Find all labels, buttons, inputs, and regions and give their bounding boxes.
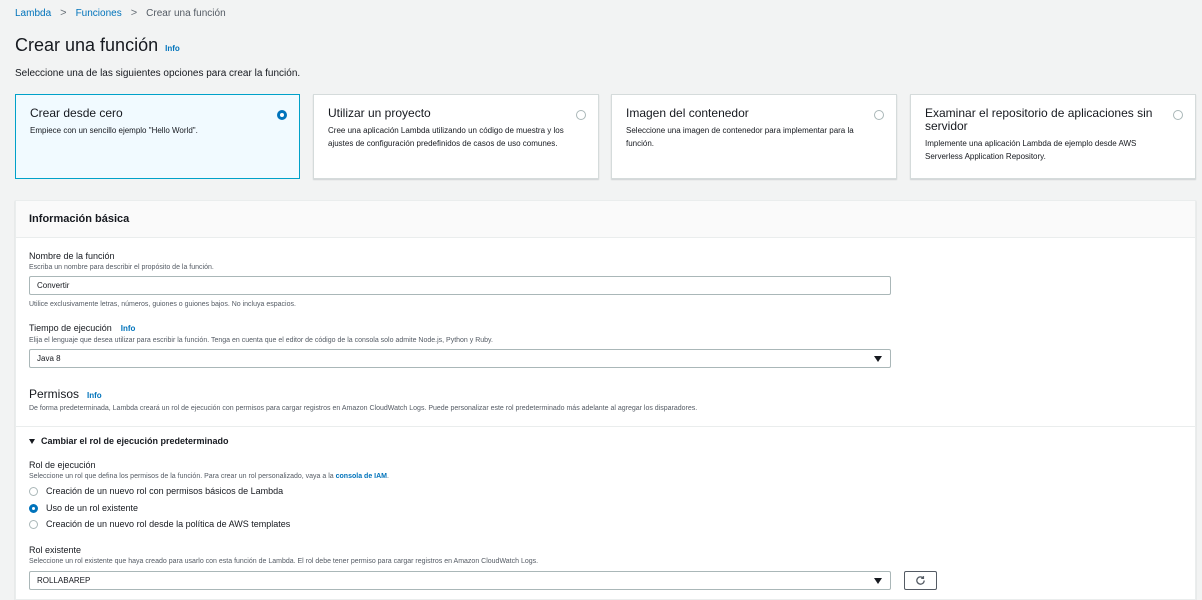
role-radio-template[interactable]: Creación de un nuevo rol desde la políti… bbox=[29, 519, 290, 529]
existing-role-select[interactable]: ROLLABAREP bbox=[29, 571, 891, 590]
period: . bbox=[386, 473, 389, 480]
option-description: Empiece con un sencillo ejemplo "Hello W… bbox=[30, 126, 198, 135]
radio-label: Uso de un rol existente bbox=[46, 503, 139, 513]
change-role-label: Cambiar el rol de ejecución predetermina… bbox=[41, 436, 229, 446]
runtime-select[interactable]: Java 8 bbox=[29, 349, 891, 368]
breadcrumb-funciones[interactable]: Funciones bbox=[76, 8, 122, 19]
option-radio[interactable] bbox=[874, 110, 884, 120]
page-subtitle: Seleccione una de las siguientes opcione… bbox=[15, 68, 301, 79]
caret-down-icon bbox=[29, 438, 35, 444]
function-name-input[interactable]: Convertir bbox=[29, 276, 891, 295]
breadcrumb-separator: > bbox=[60, 7, 67, 19]
chevron-down-icon bbox=[874, 356, 882, 362]
execution-role-label: Rol de ejecución bbox=[29, 460, 96, 470]
existing-role-label: Rol existente bbox=[29, 545, 82, 555]
option-card-blueprint[interactable]: Utilizar un proyecto Cree una aplicación… bbox=[313, 94, 599, 179]
radio-button[interactable] bbox=[29, 486, 38, 496]
option-card-container-image[interactable]: Imagen del contenedor Seleccione una ima… bbox=[611, 94, 897, 179]
radio-button[interactable] bbox=[29, 519, 38, 529]
basic-info-panel: Información básica Nombre de la función … bbox=[15, 200, 1196, 600]
breadcrumb-current: Crear una función bbox=[146, 7, 226, 19]
function-name-constraint: Utilice exclusivamente letras, números, … bbox=[29, 301, 296, 308]
option-card-from-scratch[interactable]: Crear desde cero Empiece con un sencillo… bbox=[15, 94, 300, 179]
option-radio[interactable] bbox=[277, 110, 287, 120]
function-name-description: Escriba un nombre para describir el prop… bbox=[29, 264, 214, 271]
breadcrumb-lambda[interactable]: Lambda bbox=[15, 8, 51, 19]
option-title: Utilizar un proyecto bbox=[328, 106, 431, 120]
chevron-down-icon bbox=[874, 578, 882, 584]
function-name-value: Convertir bbox=[37, 281, 70, 290]
existing-role-value: ROLLABAREP bbox=[37, 576, 91, 585]
runtime-label-row: Tiempo de ejecución Info bbox=[29, 323, 135, 333]
runtime-description: Elija el lenguaje que desea utilizar par… bbox=[29, 337, 493, 344]
radio-label: Creación de un nuevo rol con permisos bá… bbox=[46, 486, 284, 496]
runtime-label: Tiempo de ejecución bbox=[29, 323, 112, 333]
divider bbox=[16, 426, 1195, 427]
option-description: Implemente una aplicación Lambda de ejem… bbox=[925, 139, 1137, 161]
permissions-description: De forma predeterminada, Lambda creará u… bbox=[29, 405, 698, 412]
iam-console-link[interactable]: consola de IAM bbox=[336, 473, 387, 480]
refresh-roles-button[interactable] bbox=[904, 571, 937, 590]
breadcrumb: Lambda > Funciones > Crear una función bbox=[15, 7, 226, 19]
title-info-link[interactable]: Info bbox=[165, 44, 180, 53]
option-description: Seleccione una imagen de contenedor para… bbox=[626, 126, 854, 148]
option-title: Imagen del contenedor bbox=[626, 106, 749, 120]
option-radio[interactable] bbox=[576, 110, 586, 120]
change-role-expander[interactable]: Cambiar el rol de ejecución predetermina… bbox=[29, 436, 229, 446]
runtime-info-link[interactable]: Info bbox=[121, 324, 136, 333]
breadcrumb-separator: > bbox=[130, 7, 138, 19]
option-card-serverless-repo[interactable]: Examinar el repositorio de aplicaciones … bbox=[910, 94, 1196, 179]
option-title: Crear desde cero bbox=[30, 106, 123, 120]
radio-button[interactable] bbox=[29, 503, 38, 513]
option-description: Cree una aplicación Lambda utilizando un… bbox=[328, 126, 564, 148]
execution-role-desc-text: Seleccione un rol que defina los permiso… bbox=[29, 473, 334, 480]
radio-label: Creación de un nuevo rol desde la políti… bbox=[46, 519, 291, 529]
refresh-icon bbox=[916, 576, 925, 585]
role-radio-existing[interactable]: Uso de un rol existente bbox=[29, 503, 138, 513]
role-radio-new-basic[interactable]: Creación de un nuevo rol con permisos bá… bbox=[29, 486, 283, 496]
existing-role-description: Seleccione un rol existente que haya cre… bbox=[29, 558, 539, 565]
function-name-label: Nombre de la función bbox=[29, 251, 115, 261]
page-title: Crear una función bbox=[15, 35, 159, 55]
permissions-info-link[interactable]: Info bbox=[87, 391, 102, 400]
runtime-value: Java 8 bbox=[37, 354, 61, 363]
permissions-title: Permisos bbox=[29, 387, 80, 401]
execution-role-description: Seleccione un rol que defina los permiso… bbox=[29, 473, 389, 480]
option-radio[interactable] bbox=[1173, 110, 1183, 120]
option-title: Examinar el repositorio de aplicaciones … bbox=[925, 106, 1153, 133]
permissions-title-row: Permisos Info bbox=[29, 387, 102, 401]
page-title-row: Crear una función Info bbox=[15, 35, 180, 56]
panel-header: Información básica bbox=[16, 201, 1195, 238]
